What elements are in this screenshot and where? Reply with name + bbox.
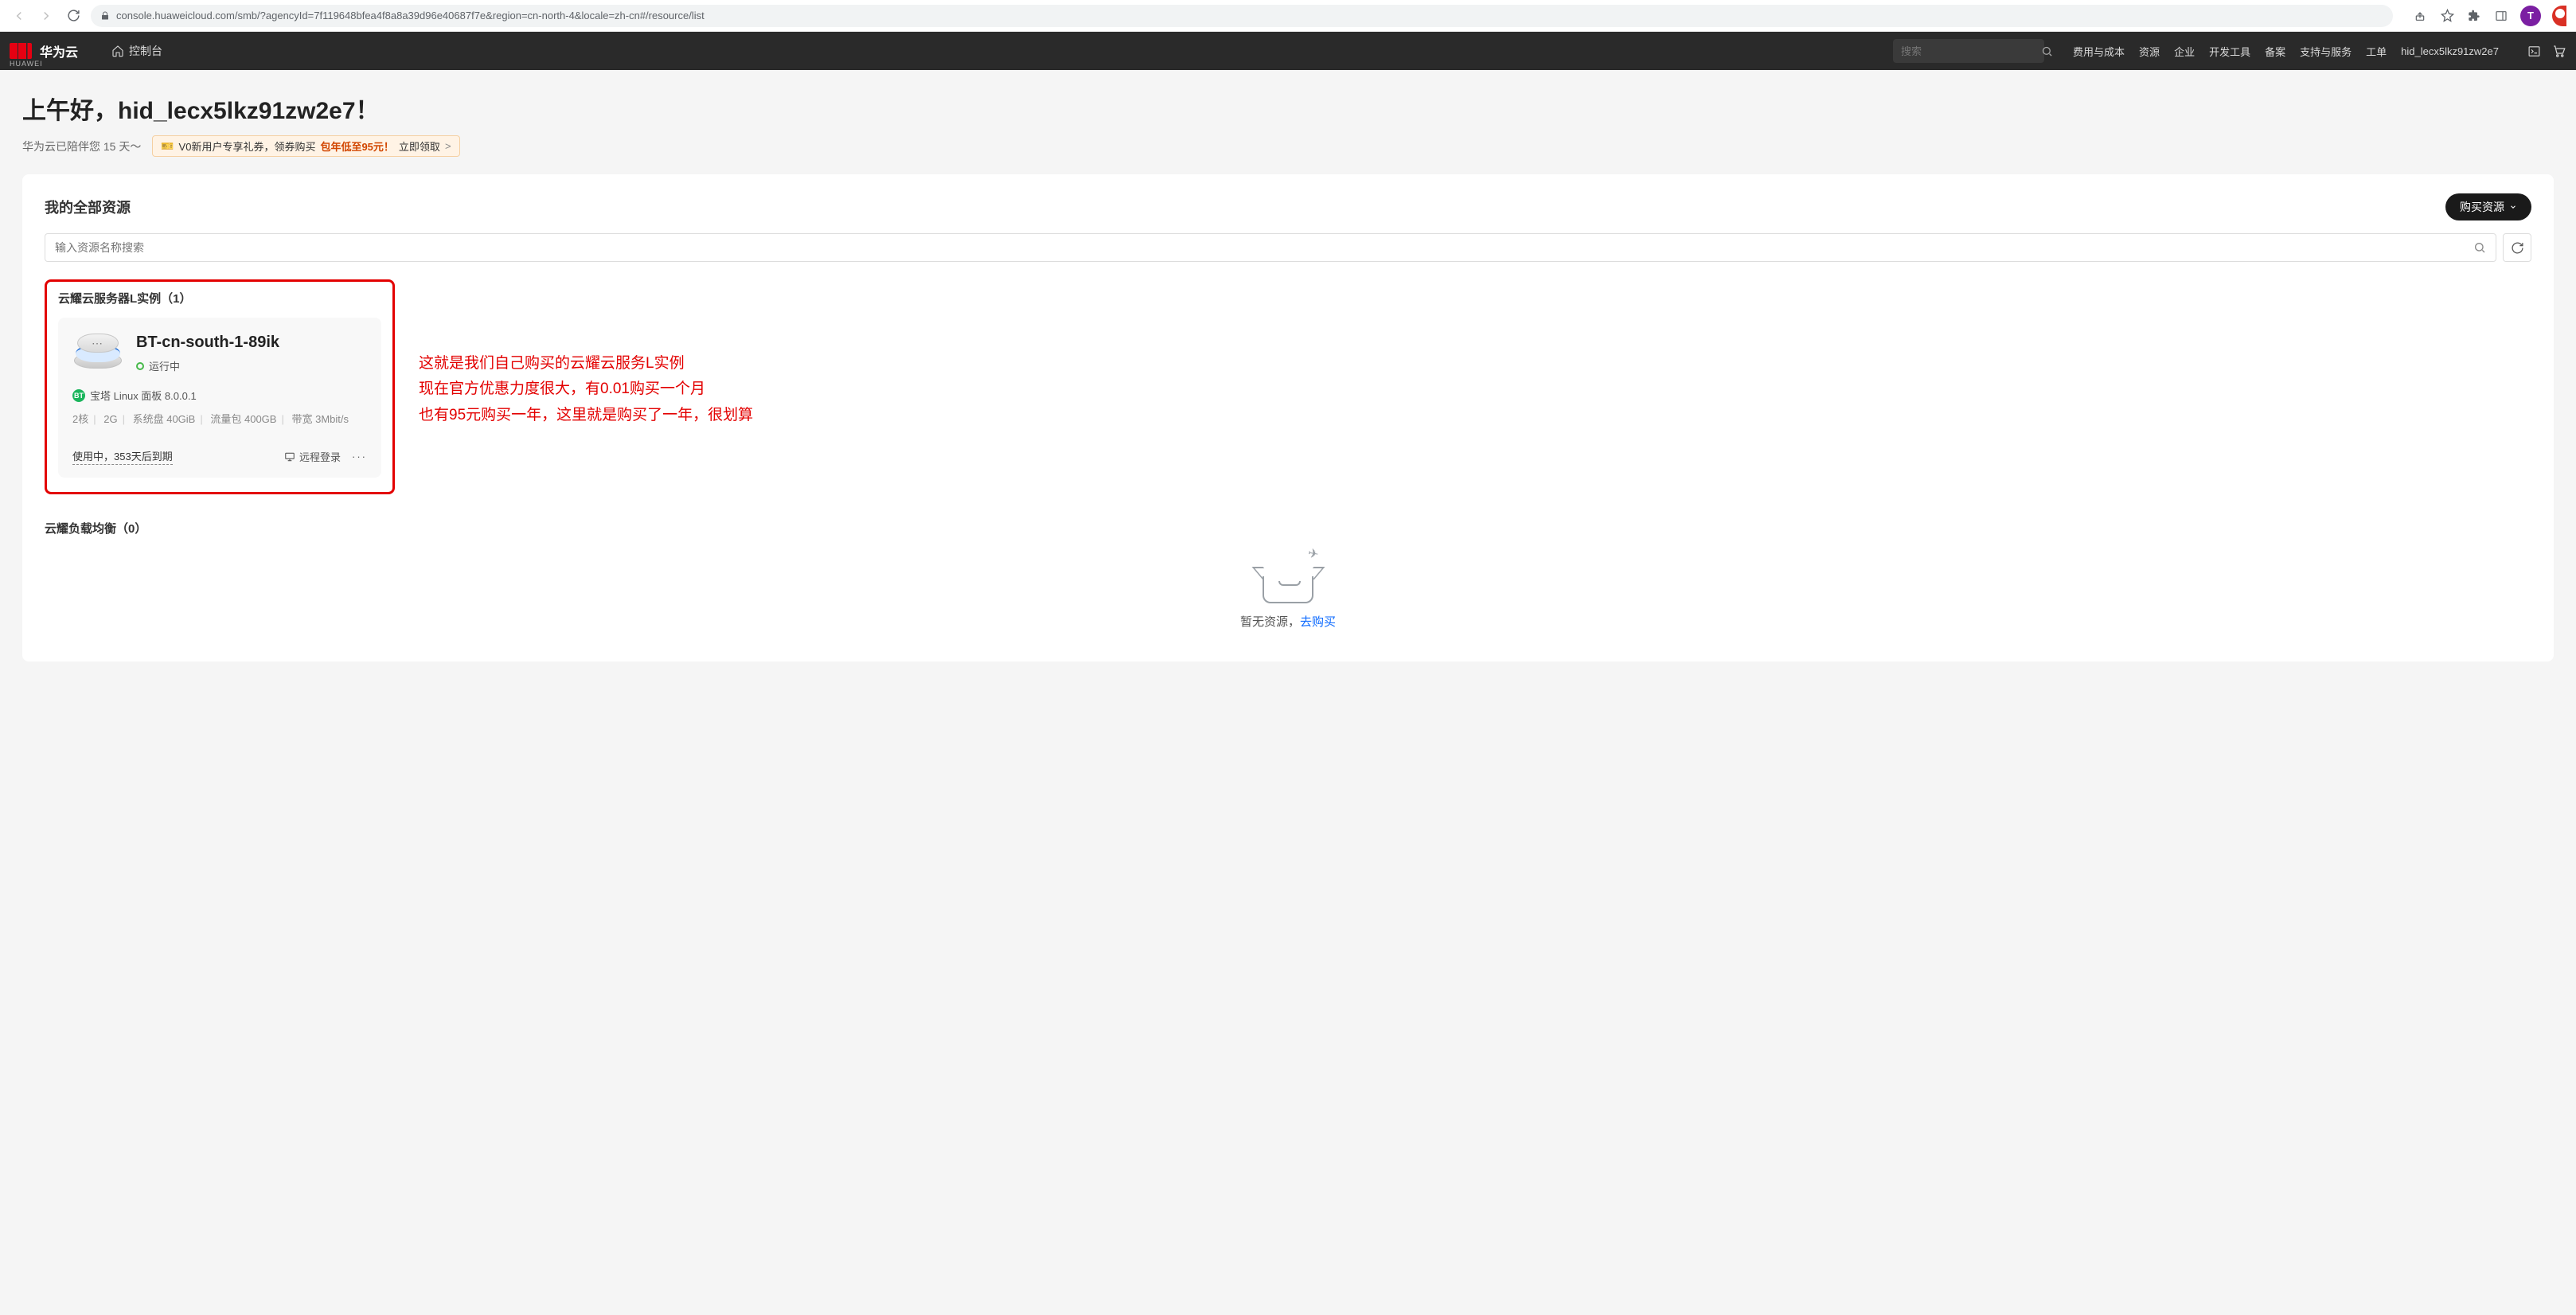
- promo-banner[interactable]: 🎫 V0新用户专享礼券，领券购买 包年低至95元！ 立即领取 >: [152, 135, 459, 157]
- server-name: BT-cn-south-1-89ik: [136, 334, 279, 352]
- url-text: console.huaweicloud.com/smb/?agencyId=7f…: [116, 10, 704, 21]
- panel-title: 我的全部资源: [45, 197, 131, 217]
- server-status: 运行中: [149, 358, 180, 373]
- resource-search[interactable]: [45, 233, 2496, 262]
- header-search-input[interactable]: [1901, 45, 2041, 57]
- monitor-icon: [284, 451, 295, 462]
- chevron-right-icon: >: [445, 140, 451, 152]
- buy-resource-button[interactable]: 购买资源: [2445, 193, 2531, 220]
- resource-search-input[interactable]: [55, 241, 2473, 254]
- greeting-sub: 华为云已陪伴您 15 天～ 🎫 V0新用户专享礼券，领券购买 包年低至95元！ …: [22, 135, 2554, 157]
- empty-label: 暂无资源，: [1240, 615, 1300, 629]
- huawei-logo-icon: [10, 43, 32, 59]
- cart-icon[interactable]: [2552, 44, 2566, 58]
- highlighted-region: 云耀云服务器L实例（1） BT-cn-south-1-89ik 运行: [45, 279, 395, 494]
- section2-title: 云耀负载均衡（0）: [45, 520, 2531, 537]
- search-icon[interactable]: [2041, 45, 2053, 57]
- nav-resources[interactable]: 资源: [2139, 44, 2160, 59]
- console-link[interactable]: 控制台: [111, 43, 162, 59]
- search-icon[interactable]: [2473, 241, 2486, 254]
- url-bar[interactable]: console.huaweicloud.com/smb/?agencyId=7f…: [91, 5, 2393, 27]
- chevron-down-icon: [2509, 203, 2517, 211]
- server-card[interactable]: BT-cn-south-1-89ik 运行中 BT 宝塔 Linux 面板 8.…: [58, 318, 381, 478]
- spec-row: 2核| 2G| 系统盘 40GiB| 流量包 400GB| 带宽 3Mbit/s: [72, 411, 367, 426]
- profile-avatar[interactable]: T: [2520, 6, 2541, 26]
- remote-login-label: 远程登录: [299, 449, 341, 464]
- extensions-icon[interactable]: [2466, 8, 2482, 24]
- header-nav: 费用与成本 资源 企业 开发工具 备案 支持与服务 工单 hid_lecx5lk…: [2059, 44, 2513, 59]
- nav-username[interactable]: hid_lecx5lkz91zw2e7: [2401, 45, 2499, 57]
- greeting-days: 华为云已陪伴您 15 天～: [22, 139, 141, 154]
- reload-icon[interactable]: [64, 6, 83, 25]
- bt-badge-icon: BT: [72, 389, 85, 402]
- empty-tray-icon: ✈: [1263, 559, 1313, 603]
- edge-clip-icon[interactable]: [2552, 6, 2566, 26]
- nav-support[interactable]: 支持与服务: [2300, 44, 2352, 59]
- empty-state: ✈ 暂无资源，去购买: [45, 549, 2531, 630]
- section1-title: 云耀云服务器L实例（1）: [58, 290, 381, 306]
- promo-link[interactable]: 立即领取: [399, 139, 440, 154]
- greeting-title: 上午好，hid_lecx5lkz91zw2e7！: [22, 91, 2554, 126]
- buy-resource-label: 购买资源: [2460, 199, 2504, 215]
- page-content: 上午好，hid_lecx5lkz91zw2e7！ 华为云已陪伴您 15 天～ 🎫…: [0, 70, 2576, 682]
- refresh-button[interactable]: [2503, 233, 2531, 262]
- promo-highlight: 包年低至95元！: [320, 139, 393, 154]
- resource-panel: 我的全部资源 购买资源 云耀云服务器L实例（1）: [22, 174, 2554, 661]
- nav-enterprise[interactable]: 企业: [2174, 44, 2195, 59]
- brand-logo[interactable]: HUAWEI 华为云: [10, 41, 78, 60]
- annotation-text: 这就是我们自己购买的云耀云服务L实例 现在官方优惠力度很大，有0.01购买一个月…: [419, 279, 753, 428]
- home-icon: [111, 45, 124, 57]
- server-stack-icon: [72, 334, 123, 369]
- share-icon[interactable]: [2412, 8, 2428, 24]
- back-icon[interactable]: [10, 6, 29, 25]
- console-label: 控制台: [129, 43, 162, 59]
- terminal-icon[interactable]: [2527, 45, 2541, 58]
- ticket-icon: 🎫: [161, 140, 174, 153]
- browser-chrome: console.huaweicloud.com/smb/?agencyId=7f…: [0, 0, 2576, 32]
- nav-beian[interactable]: 备案: [2265, 44, 2285, 59]
- status-dot-icon: [136, 362, 144, 370]
- lock-icon: [100, 11, 110, 21]
- header-search[interactable]: [1893, 39, 2044, 63]
- go-buy-link[interactable]: 去购买: [1300, 615, 1336, 629]
- header-right-icons: [2527, 44, 2566, 58]
- nav-devtools[interactable]: 开发工具: [2209, 44, 2250, 59]
- brand-name: 华为云: [40, 41, 78, 60]
- app-header: HUAWEI 华为云 控制台 费用与成本 资源 企业 开发工具 备案 支持与服务…: [0, 32, 2576, 70]
- forward-icon[interactable]: [37, 6, 56, 25]
- bt-label: 宝塔 Linux 面板 8.0.0.1: [90, 388, 197, 403]
- nav-cost[interactable]: 费用与成本: [2073, 44, 2125, 59]
- browser-actions: T: [2401, 6, 2566, 26]
- promo-prefix: V0新用户专享礼券，领券购买: [179, 139, 316, 154]
- expire-label[interactable]: 使用中，353天后到期: [72, 448, 173, 465]
- nav-tickets[interactable]: 工单: [2366, 44, 2387, 59]
- panel-icon[interactable]: [2493, 8, 2509, 24]
- more-actions-icon[interactable]: ···: [352, 451, 367, 462]
- remote-login-button[interactable]: 远程登录: [284, 449, 341, 464]
- star-icon[interactable]: [2439, 8, 2455, 24]
